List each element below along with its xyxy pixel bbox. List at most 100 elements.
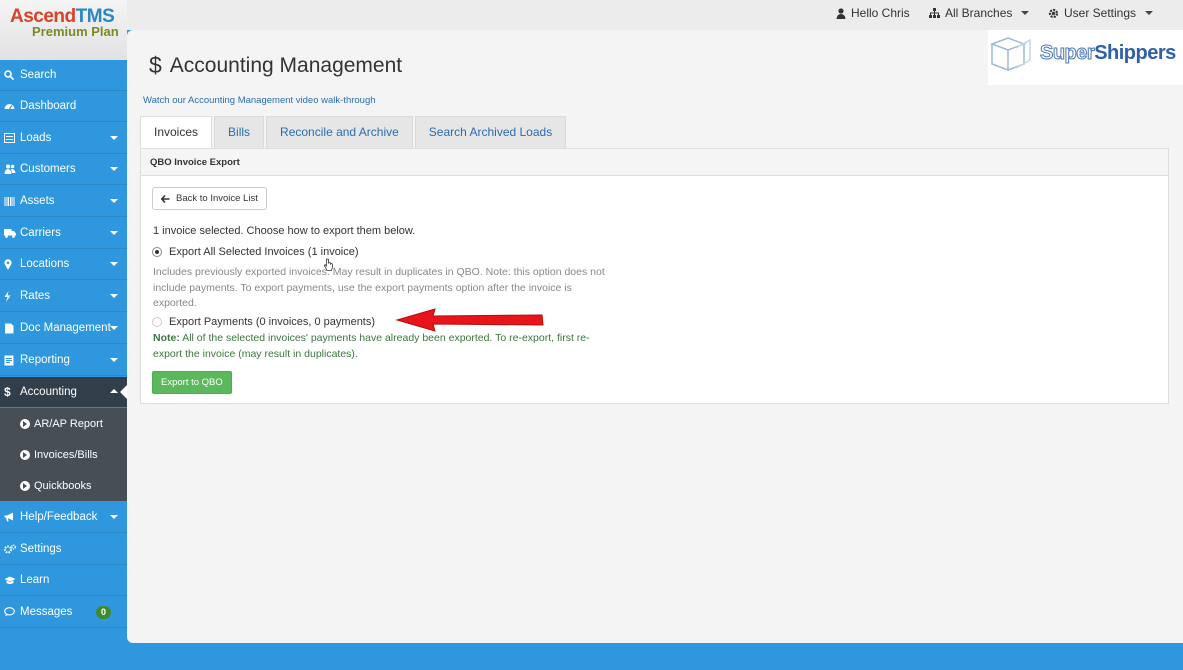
gear-icon [1048, 8, 1059, 18]
report-icon [4, 355, 18, 366]
sidebar-subitem-quickbooks[interactable]: Quickbooks [0, 470, 127, 501]
graduation-cap-icon [4, 576, 18, 585]
chevron-down-icon [110, 231, 118, 235]
export-payments-note: Note: All of the selected invoices' paym… [153, 331, 613, 362]
sidebar-item-customers[interactable]: Customers [0, 154, 127, 185]
cogs-icon [4, 544, 18, 554]
sidebar-item-assets[interactable]: Assets [0, 186, 127, 217]
sidebar-item-locations[interactable]: Locations [0, 249, 127, 280]
selection-summary: 1 invoice selected. Choose how to export… [153, 225, 416, 237]
back-to-invoice-list-button[interactable]: Back to Invoice List [152, 187, 267, 210]
red-arrow-annotation [395, 308, 544, 332]
note-label: Note: [153, 332, 180, 344]
logo-plan: Premium Plan [32, 24, 119, 39]
tab-invoices[interactable]: Invoices [140, 116, 213, 148]
user-settings-menu[interactable]: User Settings [1048, 0, 1154, 26]
search-icon [4, 70, 18, 80]
dollar-icon: $ [4, 385, 11, 399]
page-title: $ Accounting Management [149, 52, 402, 79]
sidebar-item-label: Messages [20, 606, 73, 618]
partner-logo-a: Super [1039, 42, 1095, 65]
note-text: All of the selected invoices' payments h… [153, 332, 590, 360]
branches-label: All Branches [945, 6, 1013, 20]
qbo-export-panel: QBO Invoice Export Back to Invoice List … [140, 148, 1169, 404]
tab-bills[interactable]: Bills [214, 116, 265, 148]
sidebar-item-doc-management[interactable]: Doc Management [0, 313, 127, 344]
sidebar-item-messages[interactable]: Messages 0 [0, 597, 127, 628]
arrow-left-icon [161, 194, 170, 203]
sidebar-item-label: Search [20, 69, 57, 81]
sidebar-item-label: Rates [20, 290, 51, 302]
truck-icon [4, 228, 18, 238]
bullhorn-icon [4, 512, 18, 522]
export-payments-option[interactable]: Export Payments (0 invoices, 0 payments) [152, 316, 375, 328]
file-icon [4, 323, 18, 334]
users-icon [4, 164, 18, 174]
tab-reconcile-and-archive[interactable]: Reconcile and Archive [266, 116, 413, 148]
sidebar-item-label: Settings [20, 543, 62, 555]
partner-logo-b: Shippers [1094, 42, 1176, 64]
sidebar-item-learn[interactable]: Learn [0, 565, 127, 596]
sidebar-subitem-label: AR/AP Report [34, 417, 103, 430]
comment-icon [4, 607, 18, 617]
tab-bar: Invoices Bills Reconcile and Archive Sea… [140, 116, 568, 148]
sidebar-item-label: Help/Feedback [20, 511, 98, 523]
sidebar-item-accounting[interactable]: $ Accounting [0, 377, 127, 408]
chevron-circle-right-icon [20, 418, 30, 429]
dollar-icon: $ [149, 52, 162, 78]
sidebar-item-label: Loads [20, 132, 52, 144]
sitemap-icon [929, 8, 940, 18]
export-to-qbo-button[interactable]: Export to QBO [152, 371, 232, 394]
sidebar-subitem-label: Invoices/Bills [34, 448, 98, 461]
tab-search-archived-loads[interactable]: Search Archived Loads [414, 116, 567, 148]
chevron-up-icon [110, 389, 118, 393]
branches-menu[interactable]: All Branches [929, 0, 1030, 26]
chevron-down-icon [110, 358, 118, 362]
chevron-circle-right-icon [20, 449, 30, 460]
sidebar-item-dashboard[interactable]: Dashboard [0, 91, 127, 122]
export-payments-radio[interactable] [152, 317, 162, 327]
video-walkthrough-link[interactable]: Watch our Accounting Management video wa… [143, 95, 376, 106]
export-all-invoices-option[interactable]: Export All Selected Invoices (1 invoice) [152, 246, 359, 258]
bolt-icon [4, 290, 18, 302]
sidebar-item-carriers[interactable]: Carriers [0, 218, 127, 249]
sidebar-item-label: Locations [20, 258, 70, 270]
box-logo-icon [990, 37, 1031, 72]
chevron-down-icon [110, 326, 118, 330]
user-icon [836, 7, 846, 19]
chevron-down-icon [110, 262, 118, 266]
chevron-down-icon [110, 167, 118, 171]
sidebar: Search Dashboard Loads Customers Assets … [0, 60, 127, 643]
chevron-circle-right-icon [20, 480, 30, 491]
panel-heading: QBO Invoice Export [141, 149, 1168, 176]
user-settings-label: User Settings [1064, 6, 1137, 20]
user-menu[interactable]: Hello Chris [836, 0, 910, 26]
sidebar-subitem-invoices-bills[interactable]: Invoices/Bills [0, 439, 127, 470]
sidebar-item-search[interactable]: Search [0, 60, 127, 91]
sidebar-subitem-ar-ap-report[interactable]: AR/AP Report [0, 408, 127, 439]
chevron-down-icon [110, 136, 118, 140]
sidebar-item-reporting[interactable]: Reporting [0, 345, 127, 376]
export-payments-label: Export Payments (0 invoices, 0 payments) [169, 316, 376, 328]
messages-count-badge: 0 [96, 606, 111, 619]
barcode-icon [4, 196, 18, 206]
sidebar-subitem-label: Quickbooks [34, 479, 92, 492]
sidebar-item-settings[interactable]: Settings [0, 534, 127, 565]
sidebar-item-label: Doc Management [20, 322, 111, 334]
export-all-label: Export All Selected Invoices (1 invoice) [169, 246, 359, 258]
export-all-radio[interactable] [152, 247, 162, 257]
sidebar-item-label: Carriers [20, 227, 61, 239]
main-content: $ Accounting Management SuperShippers Wa… [127, 30, 1183, 643]
ascendtms-logo[interactable]: AscendTMS Premium Plan [0, 0, 127, 60]
sidebar-item-loads[interactable]: Loads [0, 123, 127, 154]
supershippers-logo: SuperShippers [988, 30, 1183, 85]
list-icon [4, 133, 18, 143]
sidebar-item-label: Reporting [20, 354, 70, 366]
sidebar-item-help-feedback[interactable]: Help/Feedback [0, 502, 127, 533]
export-all-help-text: Includes previously exported invoices. M… [153, 266, 605, 309]
chevron-down-icon [110, 515, 118, 519]
sidebar-item-rates[interactable]: Rates [0, 281, 127, 312]
map-marker-icon [4, 258, 18, 270]
sidebar-item-label: Learn [20, 574, 50, 586]
chevron-down-icon [1021, 11, 1030, 15]
